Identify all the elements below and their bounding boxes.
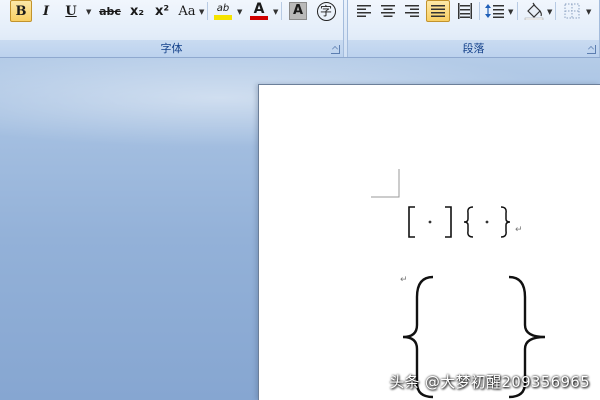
line-spacing-dropdown-icon[interactable]: ▼ [508, 8, 513, 16]
character-shading-icon: A [289, 2, 307, 20]
font-color-button[interactable]: A [247, 0, 271, 22]
paragraph-group-label: 段落 [348, 40, 599, 57]
font-dialog-launcher-icon[interactable] [331, 45, 340, 54]
distributed-icon [458, 3, 472, 19]
enclose-characters-icon: 字 [316, 1, 336, 21]
paragraph-group: ▼ ▼ ▼ 段落 [347, 0, 600, 57]
align-center-icon [381, 5, 395, 17]
bold-button[interactable]: B [10, 0, 32, 22]
highlight-icon: ab [216, 2, 230, 14]
square-bracket-equation[interactable] [405, 203, 457, 243]
align-left-button[interactable] [353, 0, 375, 22]
change-case-button[interactable]: Aa [176, 0, 198, 22]
subscript-button[interactable]: x₂ [126, 0, 148, 22]
font-group: B I U ▼ abc x₂ x² Aa ▼ ab ▼ A ▼ A 字 字体 [0, 0, 344, 57]
shading-dropdown-icon[interactable]: ▼ [547, 8, 552, 16]
font-color-swatch [250, 16, 268, 20]
align-left-icon [357, 5, 371, 17]
align-right-icon [405, 5, 419, 17]
divider [479, 2, 480, 20]
borders-dropdown-icon[interactable]: ▼ [586, 8, 591, 16]
font-color-icon: A [253, 1, 265, 17]
align-center-button[interactable] [377, 0, 399, 22]
distributed-button[interactable] [454, 0, 476, 22]
character-shading-button[interactable]: A [287, 0, 309, 22]
paragraph-dialog-launcher-icon[interactable] [587, 45, 596, 54]
highlight-dropdown-icon[interactable]: ▼ [237, 8, 242, 16]
line-spacing-button[interactable] [483, 0, 507, 22]
curly-brace-equation[interactable] [461, 203, 513, 243]
watermark: 头条 @大梦初醒209356965 [389, 373, 590, 391]
borders-icon [564, 3, 580, 19]
paragraph-mark-icon: ↵ [515, 225, 523, 235]
font-color-dropdown-icon[interactable]: ▼ [273, 8, 278, 16]
underline-button[interactable]: U [60, 0, 82, 22]
divider [281, 2, 282, 20]
divider [517, 2, 518, 20]
divider [555, 2, 556, 20]
strikethrough-button[interactable]: abc [97, 0, 123, 22]
ribbon: B I U ▼ abc x₂ x² Aa ▼ ab ▼ A ▼ A 字 字体 ▼… [0, 0, 600, 58]
justify-icon [431, 5, 445, 17]
line-spacing-icon [485, 4, 504, 18]
borders-button[interactable] [560, 0, 584, 22]
superscript-button[interactable]: x² [151, 0, 173, 22]
highlight-button[interactable]: ab [211, 0, 235, 22]
document-page[interactable]: ↵ ↵ [258, 84, 600, 400]
align-right-button[interactable] [401, 0, 423, 22]
change-case-dropdown-icon[interactable]: ▼ [199, 8, 204, 16]
enclose-characters-button[interactable]: 字 [315, 0, 337, 22]
shading-button[interactable] [522, 0, 546, 22]
divider [207, 2, 208, 20]
italic-button[interactable]: I [35, 0, 57, 22]
font-group-label: 字体 [0, 40, 343, 57]
underline-dropdown-icon[interactable]: ▼ [86, 8, 91, 16]
margin-corner-mark [371, 169, 400, 198]
paint-bucket-icon [524, 2, 544, 20]
highlight-color-swatch [214, 14, 232, 20]
justify-button[interactable] [426, 0, 450, 22]
